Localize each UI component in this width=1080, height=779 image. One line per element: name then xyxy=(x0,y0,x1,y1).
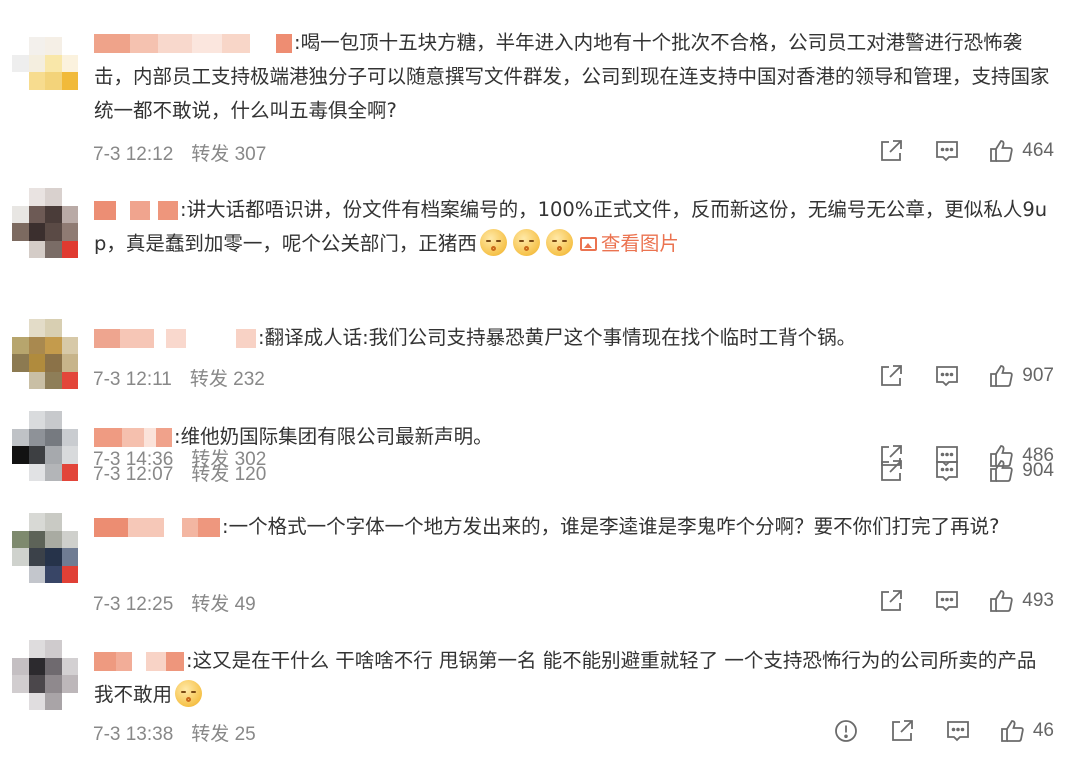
thumbs-up-icon xyxy=(999,718,1025,744)
emoji-icon xyxy=(479,229,507,256)
username-blurred[interactable] xyxy=(94,201,178,220)
share-icon[interactable] xyxy=(878,458,904,484)
share-icon[interactable] xyxy=(878,588,904,614)
comment-text: :维他奶国际集团有限公司最新声明。 xyxy=(174,425,493,448)
comment-text: :这又是在干什么 干啥啥不行 甩锅第一名 能不能别避重就轻了 一个支持恐怖行为的… xyxy=(94,649,1037,706)
comment-text: :翻译成人话:我们公司支持暴恐黄尸这个事情现在找个临时工背个锅。 xyxy=(258,326,857,349)
thumbs-up-icon xyxy=(988,138,1014,164)
comment-item: :一个格式一个字体一个地方发出来的，谁是李逵谁是李鬼咋个分啊？要不你们打完了再说… xyxy=(0,500,1080,630)
comment-icon[interactable] xyxy=(934,588,960,614)
username-blurred[interactable] xyxy=(94,34,292,53)
share-icon[interactable] xyxy=(878,363,904,389)
image-icon xyxy=(579,237,597,251)
like-count: 46 xyxy=(1032,720,1054,741)
comment-meta: 7-3 12:25 转发 49 xyxy=(93,589,256,616)
emoji-icon xyxy=(175,680,203,707)
repost-count[interactable]: 转发 120 xyxy=(191,464,266,485)
thumbs-up-icon xyxy=(988,458,1014,484)
comment-icon[interactable] xyxy=(945,718,971,744)
avatar[interactable] xyxy=(12,411,78,481)
comment-item: :喝一包顶十五块方糖，半年进入内地有十个批次不合格，公司员工对港警进行恐怖袭击，… xyxy=(0,0,1080,175)
comment-meta: 7-3 12:07 转发 120 xyxy=(93,459,266,486)
comment-time: 7-3 12:07 xyxy=(93,464,174,485)
repost-count[interactable]: 转发 232 xyxy=(190,369,265,390)
comment-meta: 7-3 12:11 转发 232 xyxy=(93,364,265,391)
comment-text: :一个格式一个字体一个地方发出来的，谁是李逵谁是李鬼咋个分啊？要不你们打完了再说… xyxy=(222,515,1000,538)
share-icon[interactable] xyxy=(878,138,904,164)
repost-count[interactable]: 转发 25 xyxy=(191,724,255,745)
avatar[interactable] xyxy=(12,37,78,107)
avatar[interactable] xyxy=(12,513,78,583)
like-button[interactable]: 493 xyxy=(988,588,1054,614)
comment-time: 7-3 12:25 xyxy=(93,594,174,615)
like-button[interactable]: 46 xyxy=(999,718,1054,744)
comment-time: 7-3 12:11 xyxy=(93,369,172,390)
report-icon[interactable] xyxy=(833,718,859,744)
comment-time: 7-3 12:12 xyxy=(93,144,174,165)
repost-count[interactable]: 转发 307 xyxy=(191,144,266,165)
comment-meta: 7-3 13:38 转发 25 xyxy=(93,719,256,746)
comment-icon[interactable] xyxy=(934,363,960,389)
like-count: 904 xyxy=(1022,460,1054,481)
comment-item: :这又是在干什么 干啥啥不行 甩锅第一名 能不能别避重就轻了 一个支持恐怖行为的… xyxy=(0,630,1080,779)
avatar[interactable] xyxy=(12,640,78,710)
like-count: 907 xyxy=(1022,365,1054,386)
username-blurred[interactable] xyxy=(94,428,172,447)
comment-icon[interactable] xyxy=(934,458,960,484)
like-button[interactable]: 904 xyxy=(988,458,1054,484)
comment-meta: 7-3 12:12 转发 307 xyxy=(93,139,266,166)
username-blurred[interactable] xyxy=(94,518,220,537)
comment-item: :维他奶国际集团有限公司最新声明。 7-3 12:07 转发 120 904 xyxy=(0,400,1080,500)
view-image-label: 查看图片 xyxy=(600,232,679,255)
like-count: 493 xyxy=(1022,590,1054,611)
view-image-link[interactable]: 查看图片 xyxy=(579,232,679,255)
comment-time: 7-3 13:38 xyxy=(93,724,174,745)
emoji-icon xyxy=(512,229,540,256)
emoji-icon xyxy=(545,229,573,256)
avatar[interactable] xyxy=(12,319,78,389)
avatar[interactable] xyxy=(12,188,78,258)
like-button[interactable]: 464 xyxy=(988,138,1054,164)
comment-item: :翻译成人话:我们公司支持暴恐黄尸这个事情现在找个临时工背个锅。 7-3 12:… xyxy=(0,305,1080,400)
like-count: 464 xyxy=(1022,140,1054,161)
thumbs-up-icon xyxy=(988,588,1014,614)
repost-count[interactable]: 转发 49 xyxy=(191,594,255,615)
username-blurred[interactable] xyxy=(94,652,184,671)
comment-icon[interactable] xyxy=(934,138,960,164)
username-blurred[interactable] xyxy=(94,329,256,348)
comment-item: :讲大话都唔识讲，份文件有档案编号的，100%正式文件，反而新这份，无编号无公章… xyxy=(0,175,1080,470)
thumbs-up-icon xyxy=(988,363,1014,389)
like-button[interactable]: 907 xyxy=(988,363,1054,389)
share-icon[interactable] xyxy=(889,718,915,744)
